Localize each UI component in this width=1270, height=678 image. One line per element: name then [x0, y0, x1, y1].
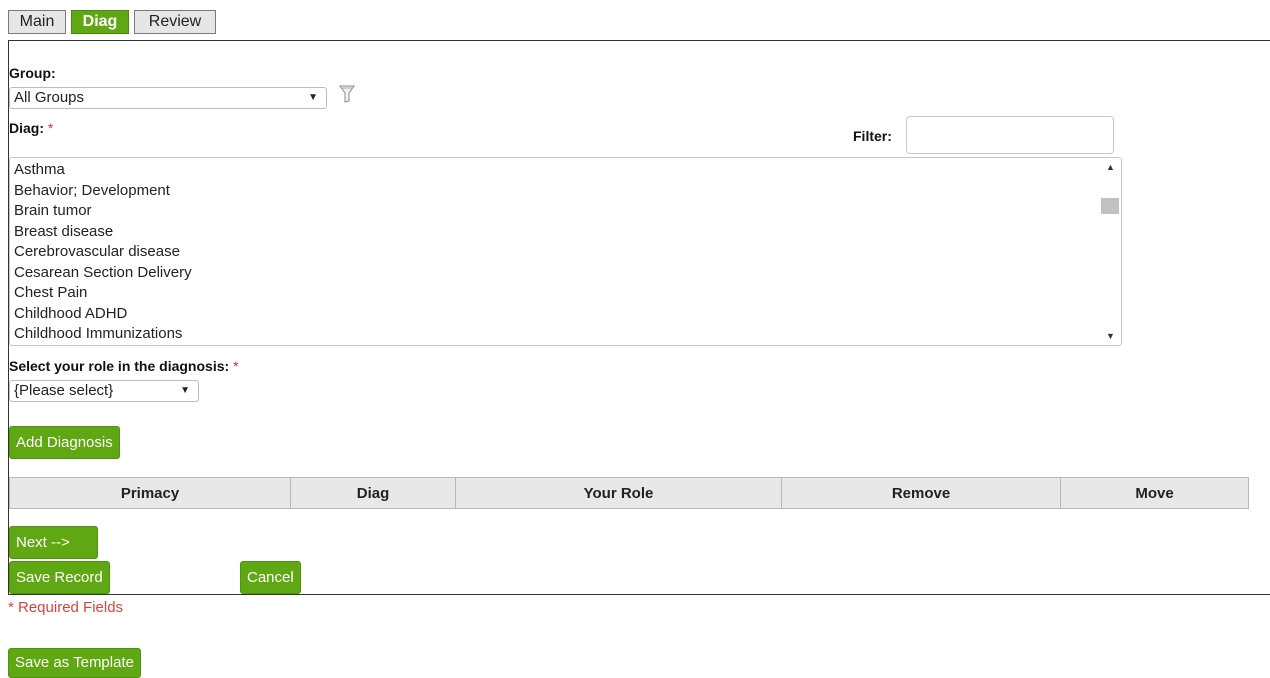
diag-list: Asthma Behavior; Development Brain tumor Br… — [10, 158, 1121, 345]
diag-label-text: Diag: — [9, 120, 44, 136]
cancel-button[interactable]: Cancel — [240, 561, 301, 594]
scroll-down-icon[interactable]: ▼ — [1106, 331, 1115, 341]
next-button[interactable]: Next --> — [9, 526, 98, 559]
required-mark: * — [233, 358, 239, 374]
col-your-role: Your Role — [455, 477, 782, 509]
role-label: Select your role in the diagnosis: * — [9, 358, 239, 374]
role-label-text: Select your role in the diagnosis: — [9, 358, 230, 374]
filter-input[interactable] — [906, 116, 1114, 154]
required-mark: * — [47, 120, 54, 136]
listbox-scrollbar[interactable]: ▲ ▼ — [1099, 158, 1121, 345]
save-record-button[interactable]: Save Record — [9, 561, 110, 594]
add-diagnosis-button[interactable]: Add Diagnosis — [9, 426, 120, 459]
scroll-thumb[interactable] — [1101, 198, 1119, 214]
funnel-icon[interactable] — [339, 85, 355, 103]
group-select-value: All Groups — [14, 89, 85, 106]
filter-label: Filter: — [853, 128, 892, 144]
diag-panel: Group: All Groups ▼ Diag: * Filter: Asth… — [8, 40, 1270, 595]
role-select[interactable]: {Please select} ▼ — [9, 380, 199, 402]
caret-down-icon: ▼ — [180, 385, 190, 396]
list-item[interactable]: Breast disease — [14, 222, 1121, 243]
required-fields-note: * Required Fields — [8, 599, 124, 616]
col-diag: Diag — [290, 477, 456, 509]
list-item[interactable]: Behavior; Development — [14, 181, 1121, 202]
list-item[interactable]: Chest Pain — [14, 283, 1121, 304]
col-move: Move — [1060, 477, 1249, 509]
tab-diag[interactable]: Diag — [71, 10, 129, 34]
diagnosis-table: Primacy Diag Your Role Remove Move — [9, 477, 1249, 509]
list-item[interactable]: Brain tumor — [14, 201, 1121, 222]
col-primacy: Primacy — [9, 477, 291, 509]
caret-down-icon: ▼ — [308, 92, 318, 103]
list-item[interactable]: Asthma — [14, 160, 1121, 181]
diag-label: Diag: * — [9, 120, 53, 136]
diag-listbox[interactable]: Asthma Behavior; Development Brain tumor Br… — [9, 157, 1122, 346]
group-label: Group: — [9, 65, 56, 81]
list-item[interactable]: Cesarean Section Delivery — [14, 263, 1121, 284]
col-remove: Remove — [781, 477, 1061, 509]
group-select[interactable]: All Groups ▼ — [9, 87, 327, 109]
scroll-up-icon[interactable]: ▲ — [1106, 162, 1115, 172]
list-item[interactable]: Cerebrovascular disease — [14, 242, 1121, 263]
tab-main[interactable]: Main — [8, 10, 66, 34]
table-header-row: Primacy Diag Your Role Remove Move — [9, 477, 1249, 509]
list-item[interactable]: Childhood Immunizations — [14, 324, 1121, 345]
role-select-value: {Please select} — [14, 382, 114, 399]
tab-review[interactable]: Review — [134, 10, 216, 34]
list-item[interactable]: Childhood ADHD — [14, 304, 1121, 325]
save-as-template-button[interactable]: Save as Template — [8, 648, 141, 678]
